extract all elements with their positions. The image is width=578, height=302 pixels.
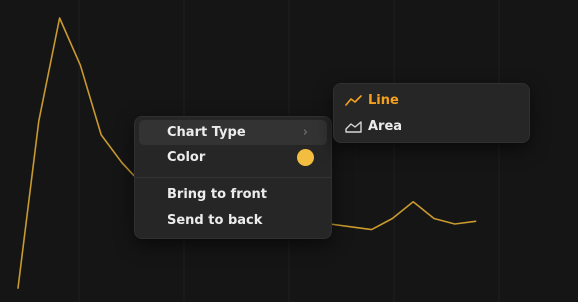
menu-divider xyxy=(135,177,331,178)
menu-item-label: Send to back xyxy=(167,213,263,228)
menu-item-send-to-back[interactable]: Send to back xyxy=(139,208,327,233)
menu-item-chart-type[interactable]: Chart Type › xyxy=(139,120,327,145)
chart-type-submenu: Line Area xyxy=(333,83,530,143)
menu-item-bring-to-front[interactable]: Bring to front xyxy=(139,182,327,207)
color-swatch[interactable] xyxy=(297,149,314,166)
area-chart-icon xyxy=(345,121,362,133)
chevron-right-icon: › xyxy=(302,125,308,140)
menu-item-color[interactable]: Color xyxy=(139,145,327,170)
submenu-item-label: Area xyxy=(368,119,403,134)
submenu-item-line[interactable]: Line xyxy=(338,88,525,113)
chart-canvas[interactable]: Chart Type › Color Bring to front Send t… xyxy=(0,0,578,302)
menu-item-label: Color xyxy=(167,150,206,165)
menu-item-label: Bring to front xyxy=(167,187,268,202)
line-chart-icon xyxy=(345,95,362,106)
menu-item-label: Chart Type xyxy=(167,125,246,140)
context-menu: Chart Type › Color Bring to front Send t… xyxy=(134,116,332,239)
submenu-item-label: Line xyxy=(368,93,399,108)
submenu-item-area[interactable]: Area xyxy=(338,114,525,139)
